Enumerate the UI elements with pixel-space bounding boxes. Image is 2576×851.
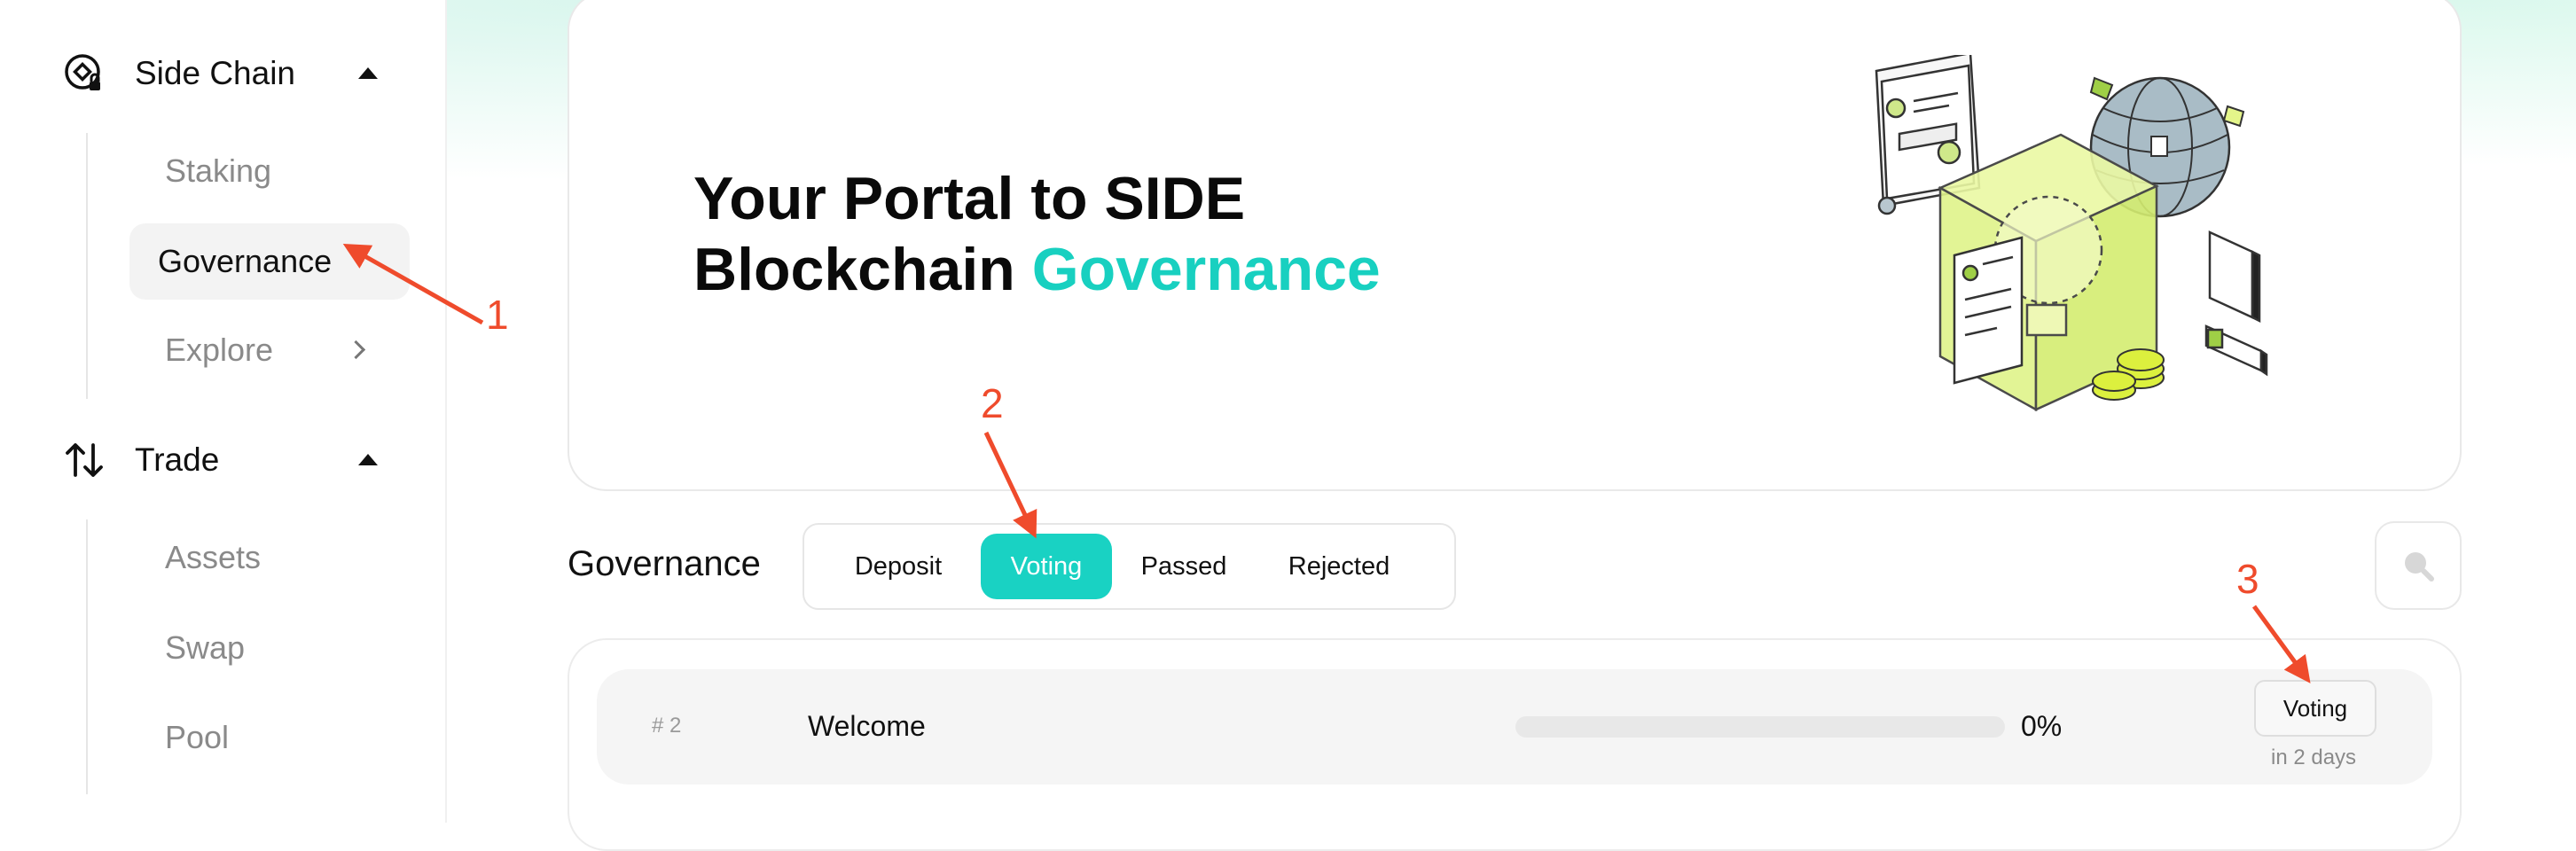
sidebar-item-label: Governance — [158, 243, 333, 279]
side-chain-icon — [62, 51, 106, 96]
sidebar-group-label: Side Chain — [135, 55, 296, 91]
tree-line — [86, 519, 88, 794]
search-icon — [2405, 552, 2434, 582]
sidebar-item-swap[interactable]: Swap — [165, 629, 245, 667]
sidebar-group-trade[interactable]: Trade — [62, 438, 219, 482]
chevron-right-icon[interactable] — [346, 340, 366, 360]
sidebar-item-explore[interactable]: Explore — [165, 332, 273, 369]
status-badge: Voting — [2254, 680, 2376, 737]
annotation-number-2: 2 — [981, 380, 1004, 426]
vote-progress-bar — [1515, 716, 2005, 738]
tab-rejected[interactable]: Rejected — [1256, 534, 1422, 599]
sidebar-item-pool[interactable]: Pool — [165, 719, 229, 756]
tab-bar: Deposit Voting Passed Rejected — [803, 523, 1456, 610]
tree-line — [86, 133, 88, 399]
search-button[interactable] — [2375, 521, 2462, 610]
sidebar-group-label: Trade — [135, 441, 220, 478]
tab-deposit[interactable]: Deposit — [824, 534, 973, 599]
vote-progress-label: 0% — [2021, 710, 2063, 742]
caret-up-icon[interactable] — [358, 454, 378, 465]
tab-passed[interactable]: Passed — [1121, 534, 1247, 599]
hero-title-accent: Governance — [1031, 236, 1381, 303]
hero-banner: Your Portal to SIDE Blockchain Governanc… — [568, 0, 2462, 491]
hero-title: Your Portal to SIDE Blockchain Governanc… — [693, 163, 1381, 305]
sidebar-group-side-chain[interactable]: Side Chain — [62, 51, 295, 96]
governance-title: Governance — [568, 544, 761, 583]
annotation-number-3: 3 — [2236, 556, 2259, 602]
time-remaining: in 2 days — [2271, 746, 2357, 769]
hero-title-line1: Your Portal to SIDE — [693, 165, 1246, 232]
sidebar-item-assets[interactable]: Assets — [165, 539, 261, 576]
tab-voting[interactable]: Voting — [981, 534, 1112, 599]
proposal-row[interactable]: # 2 Welcome 0% Voting in 2 days — [597, 669, 2432, 785]
sidebar: Side Chain Staking Governance Explore Tr… — [0, 0, 447, 823]
annotation-number-1: 1 — [486, 292, 509, 338]
caret-up-icon[interactable] — [358, 67, 378, 79]
hero-title-line2: Blockchain — [693, 236, 1015, 303]
sidebar-item-governance[interactable]: Governance — [129, 223, 410, 300]
sidebar-item-staking[interactable]: Staking — [165, 152, 271, 190]
proposal-id: # 2 — [652, 714, 682, 738]
isometric-lightbulb-globe-illustration — [1875, 55, 2268, 412]
proposal-title: Welcome — [808, 710, 926, 742]
swap-arrows-icon — [62, 438, 106, 482]
